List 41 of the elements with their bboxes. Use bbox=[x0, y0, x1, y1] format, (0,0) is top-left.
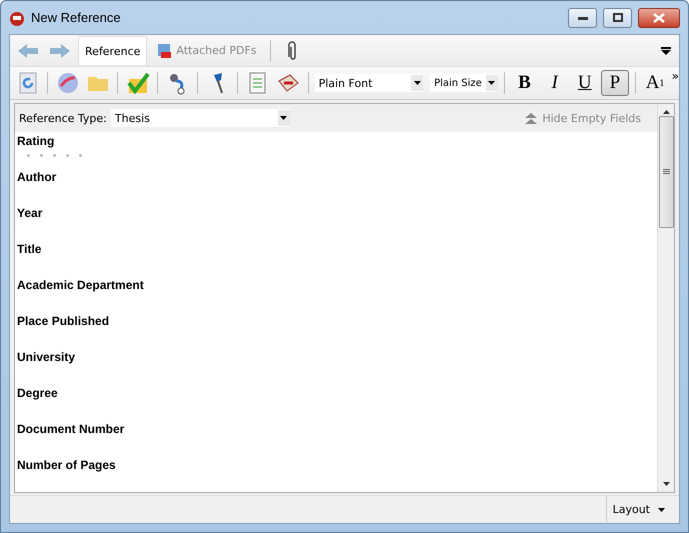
scroll-down-icon[interactable] bbox=[662, 482, 670, 486]
caret-icon bbox=[414, 81, 421, 85]
reference-type-dropdown[interactable]: Thesis bbox=[110, 109, 290, 128]
font-dropdown[interactable]: Plain Font bbox=[314, 74, 424, 92]
size-dropdown[interactable]: Plain Size bbox=[430, 74, 498, 92]
minimize-button[interactable] bbox=[568, 8, 597, 28]
field-label: Rating bbox=[17, 134, 56, 148]
pdf-icon bbox=[157, 42, 174, 58]
app-icon bbox=[9, 10, 25, 26]
close-button[interactable] bbox=[638, 8, 680, 28]
field-label: Place Published bbox=[17, 314, 110, 328]
italic-button[interactable]: I bbox=[541, 70, 568, 96]
field-label: Title bbox=[17, 242, 42, 256]
layout-button[interactable]: Layout bbox=[606, 496, 679, 523]
field-label: Academic Department bbox=[17, 278, 145, 292]
tab[interactable]: Reference bbox=[78, 36, 148, 65]
underline-button[interactable]: U bbox=[571, 70, 598, 96]
plain-button[interactable]: P bbox=[601, 70, 629, 96]
field-label: Number of Pages bbox=[17, 458, 117, 472]
window-title: New Reference bbox=[31, 10, 122, 25]
caret-icon bbox=[488, 81, 496, 85]
double-up-arrow-icon bbox=[525, 112, 538, 124]
field-label: University bbox=[17, 350, 76, 364]
menu-icon[interactable] bbox=[661, 46, 671, 54]
close-icon bbox=[653, 12, 665, 22]
maximize-button[interactable] bbox=[603, 8, 632, 28]
maximize-icon bbox=[612, 13, 622, 22]
scrollbar[interactable] bbox=[657, 104, 674, 492]
overflow-button[interactable]: » bbox=[672, 69, 679, 83]
grip-icon bbox=[662, 169, 670, 175]
scroll-up-icon[interactable] bbox=[662, 110, 670, 114]
bold-button[interactable]: B bbox=[510, 70, 538, 96]
caret-icon bbox=[658, 508, 665, 512]
reference-type-label: Reference Type: bbox=[19, 112, 107, 125]
caret-icon bbox=[280, 116, 288, 120]
field-label: Document Number bbox=[17, 422, 126, 436]
field-label: Year bbox=[17, 206, 44, 220]
field-label: Author bbox=[17, 170, 58, 184]
field-label: Degree bbox=[17, 386, 59, 400]
minimize-icon bbox=[578, 16, 588, 20]
superscript-button[interactable]: A$^{1}$ bbox=[641, 70, 669, 96]
